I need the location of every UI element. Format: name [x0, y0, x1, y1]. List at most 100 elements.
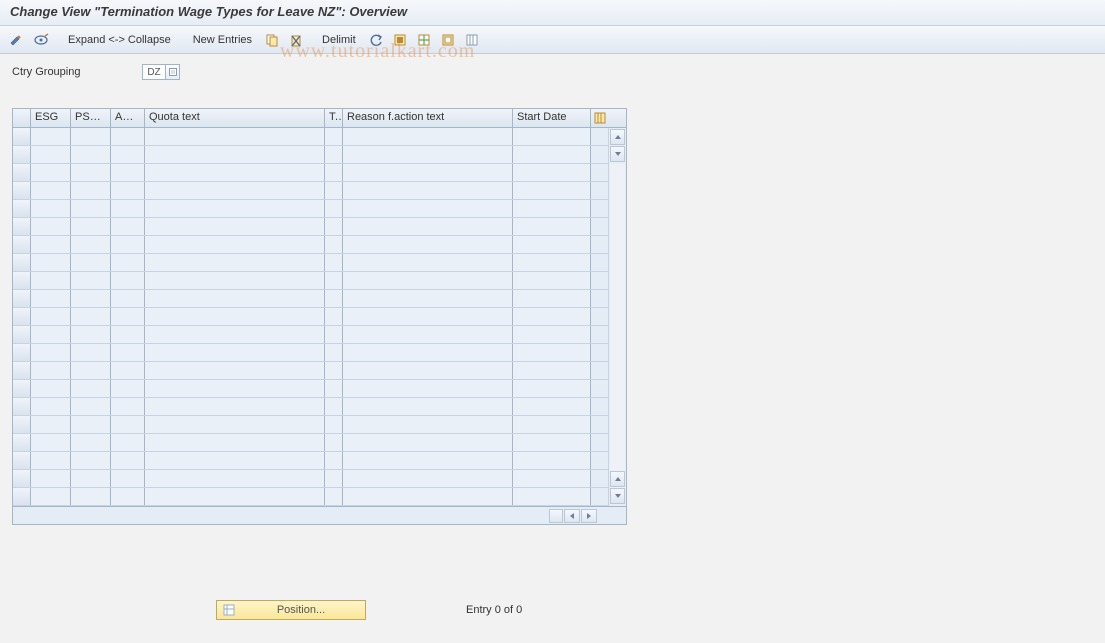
- cell-psg[interactable]: [71, 416, 111, 433]
- scroll-down2-icon[interactable]: [610, 471, 625, 487]
- cell-quota[interactable]: [145, 128, 325, 145]
- cell-start[interactable]: [513, 290, 591, 307]
- cell-quota[interactable]: [145, 434, 325, 451]
- cell-aq[interactable]: [111, 434, 145, 451]
- cell-quota[interactable]: [145, 200, 325, 217]
- select-all-rows[interactable]: [13, 109, 31, 127]
- cell-esg[interactable]: [31, 200, 71, 217]
- cell-aq[interactable]: [111, 218, 145, 235]
- cell-quota[interactable]: [145, 488, 325, 505]
- cell-psg[interactable]: [71, 452, 111, 469]
- cell-start[interactable]: [513, 254, 591, 271]
- cell-start[interactable]: [513, 380, 591, 397]
- cell-start[interactable]: [513, 308, 591, 325]
- cell-aq[interactable]: [111, 200, 145, 217]
- cell-quota[interactable]: [145, 452, 325, 469]
- cell-t[interactable]: [325, 362, 343, 379]
- cell-reason[interactable]: [343, 308, 513, 325]
- cell-quota[interactable]: [145, 146, 325, 163]
- cell-psg[interactable]: [71, 218, 111, 235]
- row-selector[interactable]: [13, 182, 31, 199]
- cell-esg[interactable]: [31, 182, 71, 199]
- cell-start[interactable]: [513, 272, 591, 289]
- other-view-icon[interactable]: [30, 30, 52, 50]
- cell-quota[interactable]: [145, 326, 325, 343]
- select-all-icon[interactable]: [390, 30, 410, 50]
- cell-esg[interactable]: [31, 272, 71, 289]
- cell-psg[interactable]: [71, 308, 111, 325]
- cell-esg[interactable]: [31, 164, 71, 181]
- cell-quota[interactable]: [145, 398, 325, 415]
- hscroll-right-icon[interactable]: [581, 509, 597, 523]
- cell-reason[interactable]: [343, 398, 513, 415]
- cell-aq[interactable]: [111, 488, 145, 505]
- row-selector[interactable]: [13, 434, 31, 451]
- cell-quota[interactable]: [145, 362, 325, 379]
- cell-start[interactable]: [513, 200, 591, 217]
- cell-psg[interactable]: [71, 236, 111, 253]
- cell-esg[interactable]: [31, 488, 71, 505]
- cell-reason[interactable]: [343, 434, 513, 451]
- cell-start[interactable]: [513, 164, 591, 181]
- col-psg[interactable]: PSG...: [71, 109, 111, 127]
- cell-t[interactable]: [325, 398, 343, 415]
- cell-esg[interactable]: [31, 218, 71, 235]
- row-selector[interactable]: [13, 344, 31, 361]
- expand-collapse-button[interactable]: Expand <-> Collapse: [62, 34, 177, 46]
- hscroll-thumb[interactable]: [549, 509, 563, 523]
- cell-psg[interactable]: [71, 380, 111, 397]
- cell-aq[interactable]: [111, 308, 145, 325]
- cell-psg[interactable]: [71, 344, 111, 361]
- cell-t[interactable]: [325, 254, 343, 271]
- select-block-icon[interactable]: [414, 30, 434, 50]
- cell-esg[interactable]: [31, 146, 71, 163]
- row-selector[interactable]: [13, 236, 31, 253]
- cell-psg[interactable]: [71, 290, 111, 307]
- cell-reason[interactable]: [343, 416, 513, 433]
- undo-icon[interactable]: [366, 30, 386, 50]
- cell-quota[interactable]: [145, 416, 325, 433]
- cell-t[interactable]: [325, 380, 343, 397]
- row-selector[interactable]: [13, 128, 31, 145]
- scroll-up2-icon[interactable]: [610, 146, 625, 162]
- cell-start[interactable]: [513, 434, 591, 451]
- cell-start[interactable]: [513, 488, 591, 505]
- cell-reason[interactable]: [343, 344, 513, 361]
- cell-t[interactable]: [325, 416, 343, 433]
- cell-reason[interactable]: [343, 272, 513, 289]
- cell-quota[interactable]: [145, 272, 325, 289]
- scroll-down-icon[interactable]: [610, 488, 625, 504]
- row-selector[interactable]: [13, 308, 31, 325]
- cell-quota[interactable]: [145, 308, 325, 325]
- cell-start[interactable]: [513, 416, 591, 433]
- cell-quota[interactable]: [145, 344, 325, 361]
- horizontal-scrollbar[interactable]: [13, 506, 626, 524]
- scroll-up-icon[interactable]: [610, 129, 625, 145]
- cell-reason[interactable]: [343, 254, 513, 271]
- row-selector[interactable]: [13, 200, 31, 217]
- cell-t[interactable]: [325, 434, 343, 451]
- cell-psg[interactable]: [71, 146, 111, 163]
- cell-start[interactable]: [513, 182, 591, 199]
- cell-psg[interactable]: [71, 182, 111, 199]
- col-reason[interactable]: Reason f.action text: [343, 109, 513, 127]
- config-column-icon[interactable]: [462, 30, 482, 50]
- hscroll-left-icon[interactable]: [564, 509, 580, 523]
- cell-reason[interactable]: [343, 200, 513, 217]
- cell-quota[interactable]: [145, 182, 325, 199]
- cell-quota[interactable]: [145, 164, 325, 181]
- cell-reason[interactable]: [343, 146, 513, 163]
- cell-psg[interactable]: [71, 488, 111, 505]
- cell-reason[interactable]: [343, 488, 513, 505]
- cell-aq[interactable]: [111, 416, 145, 433]
- cell-esg[interactable]: [31, 380, 71, 397]
- cell-t[interactable]: [325, 272, 343, 289]
- row-selector[interactable]: [13, 326, 31, 343]
- position-button[interactable]: Position...: [216, 600, 366, 620]
- cell-start[interactable]: [513, 146, 591, 163]
- row-selector[interactable]: [13, 470, 31, 487]
- ctry-grouping-input[interactable]: [142, 64, 166, 80]
- cell-psg[interactable]: [71, 128, 111, 145]
- cell-t[interactable]: [325, 344, 343, 361]
- cell-reason[interactable]: [343, 470, 513, 487]
